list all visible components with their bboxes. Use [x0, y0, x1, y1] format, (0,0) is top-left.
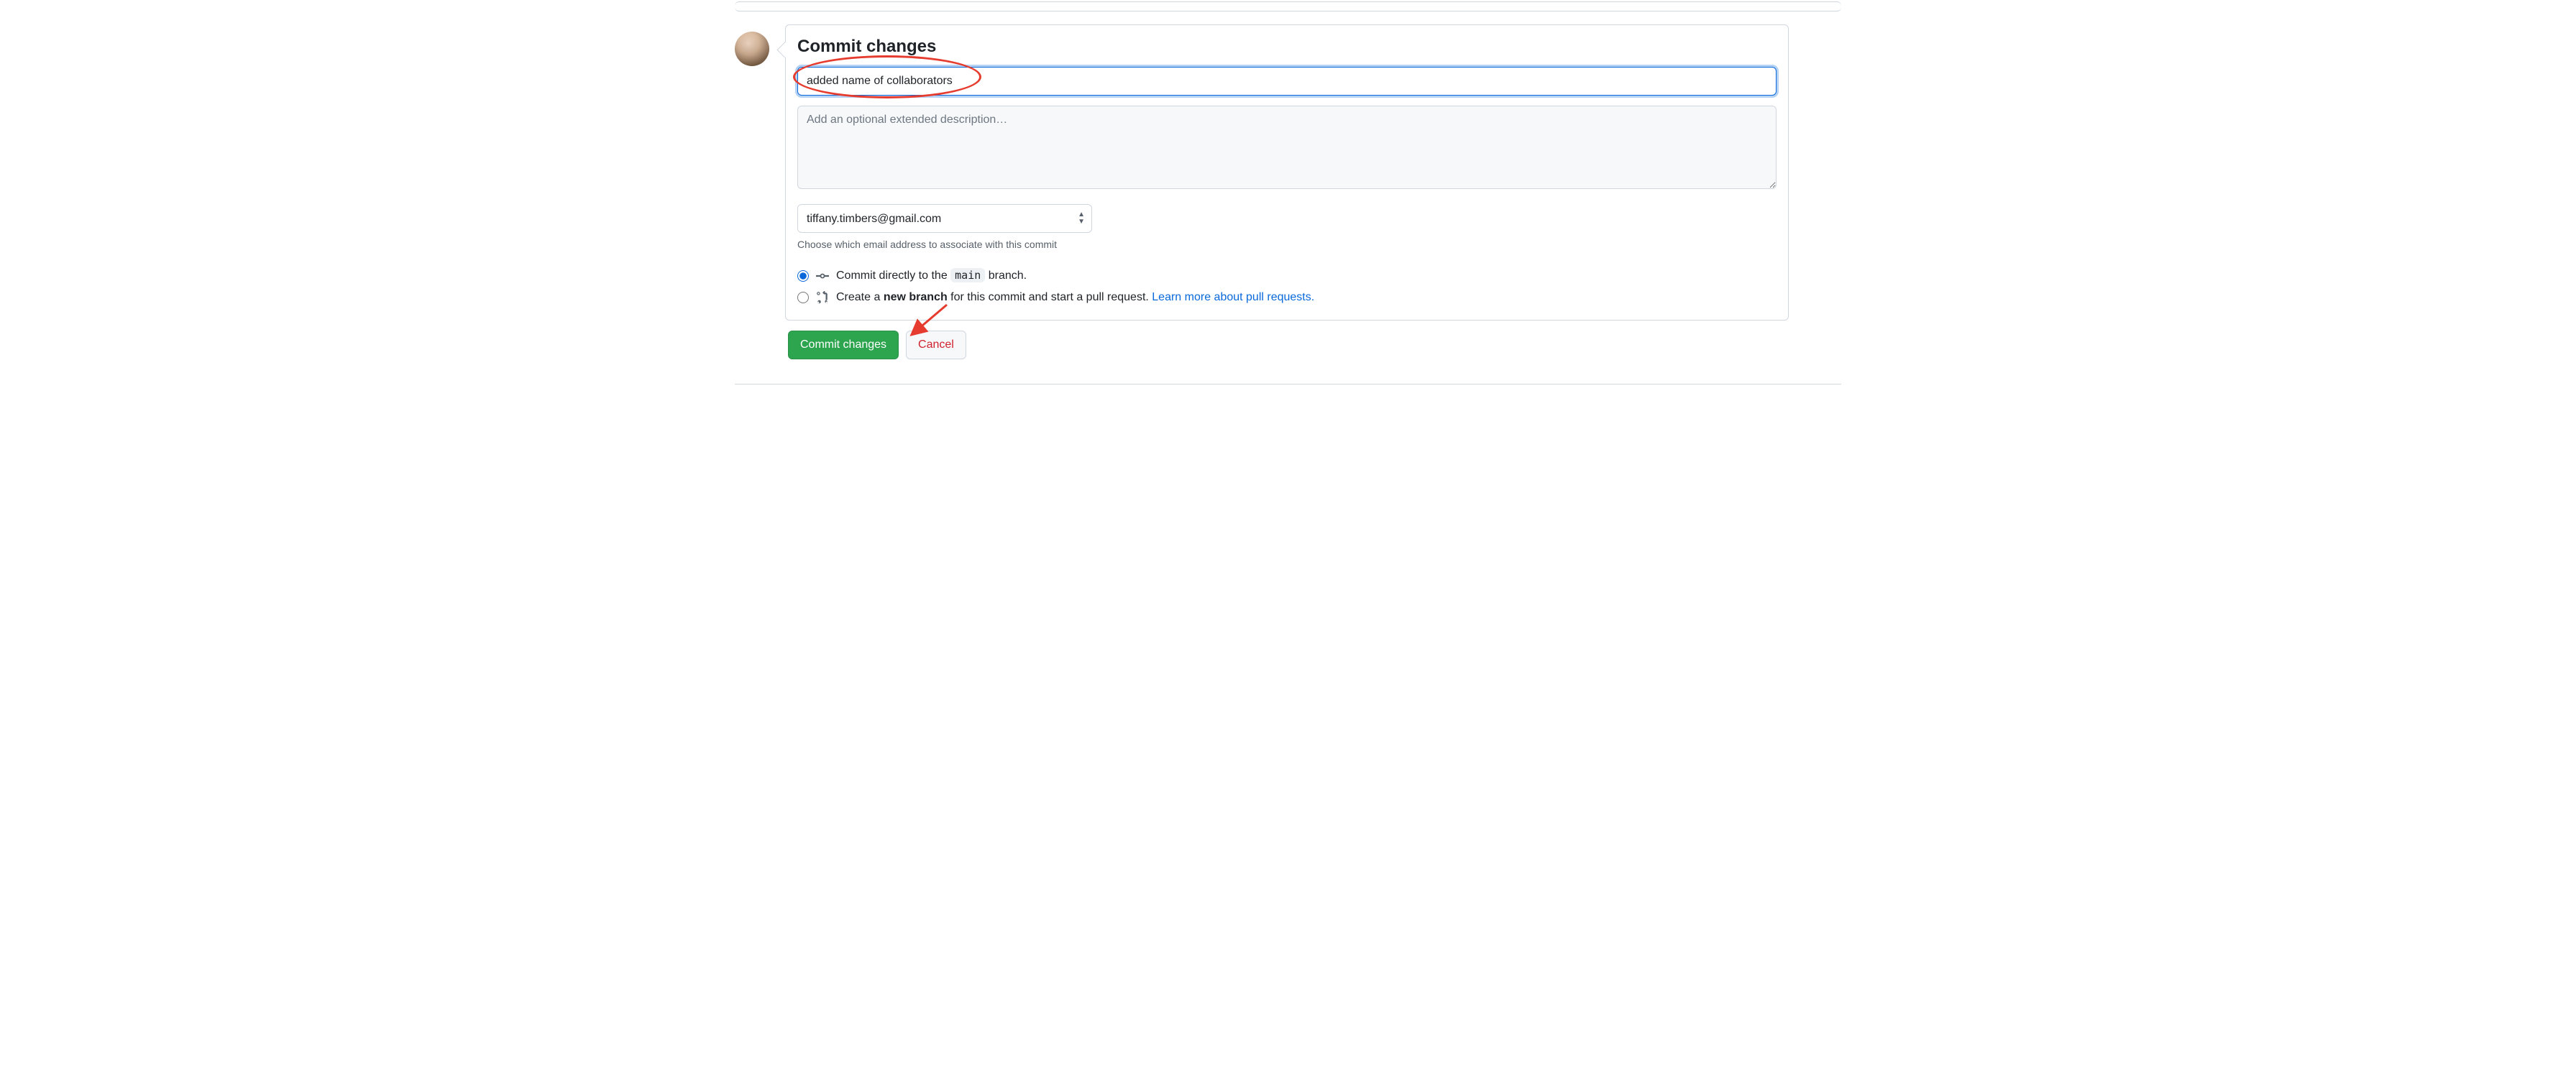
commit-description-input[interactable]	[797, 106, 1777, 189]
radio-commit-direct-input[interactable]	[797, 270, 809, 282]
radio-new-branch[interactable]: Create a new branch for this commit and …	[797, 287, 1777, 308]
commit-summary-input[interactable]	[797, 67, 1777, 96]
cancel-button[interactable]: Cancel	[906, 331, 966, 359]
author-email-select[interactable]: tiffany.timbers@gmail.com	[797, 204, 1092, 233]
git-commit-icon	[816, 270, 829, 282]
radio-new-branch-label: Create a new branch for this commit and …	[836, 291, 1314, 304]
radio-commit-direct-label: Commit directly to the main branch.	[836, 269, 1027, 282]
radio-new-branch-input[interactable]	[797, 292, 809, 303]
learn-more-pull-requests-link[interactable]: Learn more about pull requests.	[1152, 291, 1314, 303]
avatar	[735, 32, 769, 66]
commit-changes-panel: Commit changes tiffany.timbers@gmail.com…	[785, 24, 1789, 321]
branch-chip: main	[950, 268, 985, 282]
author-email-hint: Choose which email address to associate …	[797, 239, 1777, 250]
commit-changes-button[interactable]: Commit changes	[788, 331, 899, 359]
panel-heading: Commit changes	[797, 37, 1777, 57]
git-pull-request-icon	[816, 291, 829, 304]
top-border-box	[735, 1, 1841, 11]
branch-choice-group: Commit directly to the main branch. Crea…	[797, 264, 1777, 308]
radio-commit-direct[interactable]: Commit directly to the main branch.	[797, 264, 1777, 287]
